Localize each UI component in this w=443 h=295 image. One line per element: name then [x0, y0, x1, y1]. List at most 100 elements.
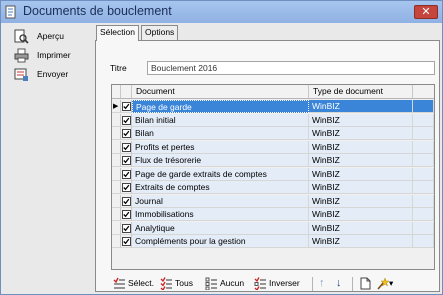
filler-cell [413, 154, 434, 167]
row-indicator-cell[interactable] [112, 235, 121, 248]
row-indicator-cell[interactable] [112, 208, 121, 221]
row-indicator-cell[interactable] [112, 194, 121, 208]
table-row[interactable]: Page de garde extraits de comptes WinBIZ [112, 167, 434, 181]
sidebar-item-envoyer[interactable]: Envoyer [14, 67, 90, 83]
table-row[interactable]: Immobilisations WinBIZ [112, 208, 434, 221]
row-check-cell [121, 113, 132, 127]
checkmark-icon [123, 198, 130, 204]
checkmark-icon [123, 103, 130, 110]
header-check-cell [121, 85, 132, 98]
row-checkbox[interactable] [122, 223, 131, 233]
close-button[interactable]: ✕ [414, 5, 438, 19]
move-up-button[interactable]: ↑ [319, 276, 325, 292]
row-checkbox[interactable] [122, 237, 131, 246]
checkmark-icon [123, 130, 130, 137]
row-checkbox[interactable] [122, 169, 131, 179]
row-indicator-cell[interactable]: ▶ [112, 100, 121, 113]
blank-document-icon [360, 277, 371, 290]
type-cell[interactable]: WinBIZ [309, 208, 413, 221]
row-checkbox[interactable] [122, 156, 131, 165]
row-check-cell [121, 208, 132, 221]
column-header-type[interactable]: Type de document [309, 85, 413, 98]
type-cell[interactable]: WinBIZ [309, 154, 413, 167]
table-row[interactable]: Analytique WinBIZ [112, 221, 434, 235]
sidebar-item-apercu[interactable]: Aperçu [14, 29, 90, 45]
type-cell[interactable]: WinBIZ [309, 140, 413, 154]
document-cell[interactable]: Journal [132, 194, 309, 208]
table-row[interactable]: Flux de trésorerie WinBIZ [112, 154, 434, 167]
document-cell[interactable]: Flux de trésorerie [132, 154, 309, 167]
row-indicator-cell[interactable] [112, 167, 121, 181]
checkmark-icon [123, 184, 130, 191]
table-row[interactable]: Profits et pertes WinBIZ [112, 140, 434, 154]
document-cell[interactable]: Page de garde extraits de comptes [132, 167, 309, 181]
uncheck-all-icon [205, 277, 217, 290]
row-check-cell [121, 221, 132, 235]
row-checkbox[interactable] [122, 196, 131, 206]
sidebar-item-imprimer[interactable]: Imprimer [14, 48, 90, 64]
filler-cell [413, 194, 434, 208]
titre-label: Titre [110, 63, 127, 73]
table-row[interactable]: ▶ Page de garde WinBIZ [112, 100, 434, 113]
row-indicator-cell[interactable] [112, 140, 121, 154]
checkmark-icon [123, 171, 130, 177]
checkmark-icon [123, 144, 130, 150]
document-cell[interactable]: Immobilisations [132, 208, 309, 221]
arrow-down-icon: ↓ [336, 277, 342, 289]
row-indicator-cell[interactable] [112, 181, 121, 194]
titre-input[interactable]: Bouclement 2016 [147, 61, 435, 75]
sidebar-item-label: Aperçu [37, 31, 64, 41]
row-indicator-cell[interactable] [112, 113, 121, 127]
row-check-cell [121, 194, 132, 208]
row-indicator-cell[interactable] [112, 221, 121, 235]
preview-icon [14, 29, 29, 44]
tab-options[interactable]: Options [141, 25, 179, 40]
document-cell[interactable]: Bilan initial [132, 113, 309, 127]
type-cell[interactable]: WinBIZ [309, 221, 413, 235]
filler-cell [413, 221, 434, 235]
row-check-cell [121, 181, 132, 194]
table-row[interactable]: Compléments pour la gestion WinBIZ [112, 235, 434, 248]
row-checkbox[interactable] [122, 210, 131, 219]
row-checkbox[interactable] [122, 142, 131, 152]
type-cell[interactable]: WinBIZ [309, 167, 413, 181]
document-cell[interactable]: Compléments pour la gestion [132, 235, 309, 248]
type-cell[interactable]: WinBIZ [309, 113, 413, 127]
filler-cell [413, 127, 434, 140]
table-row[interactable]: Extraits de comptes WinBIZ [112, 181, 434, 194]
table-row[interactable]: Bilan initial WinBIZ [112, 113, 434, 127]
filler-cell [413, 167, 434, 181]
documents-grid: Document Type de document ▶ Page de garde… [111, 84, 435, 270]
table-row[interactable]: Journal WinBIZ [112, 194, 434, 208]
table-row[interactable]: Bilan WinBIZ [112, 127, 434, 140]
grid-header: Document Type de document [112, 85, 434, 99]
row-checkbox[interactable] [122, 183, 131, 192]
type-cell[interactable]: WinBIZ [309, 235, 413, 248]
document-cell[interactable]: Page de garde [132, 100, 309, 113]
tab-selection[interactable]: Sélection [96, 25, 139, 41]
window: Documents de bouclement ✕ Aperçu Imprime… [0, 0, 443, 295]
row-checkbox[interactable] [122, 102, 131, 111]
filler-cell [413, 208, 434, 221]
move-down-button[interactable]: ↓ [336, 276, 342, 292]
type-cell[interactable]: WinBIZ [309, 181, 413, 194]
type-cell[interactable]: WinBIZ [309, 100, 413, 113]
checkmark-icon [123, 157, 130, 164]
row-indicator-cell[interactable] [112, 154, 121, 167]
select-button-label: Sélect. [128, 278, 154, 288]
row-checkbox[interactable] [122, 115, 131, 125]
send-icon [14, 68, 28, 81]
type-cell[interactable]: WinBIZ [309, 127, 413, 140]
document-cell[interactable]: Extraits de comptes [132, 181, 309, 194]
document-cell[interactable]: Profits et pertes [132, 140, 309, 154]
row-indicator-cell[interactable] [112, 127, 121, 140]
document-cell[interactable]: Bilan [132, 127, 309, 140]
title-bar[interactable]: Documents de bouclement ✕ [1, 1, 442, 23]
column-header-document[interactable]: Document [132, 85, 309, 98]
row-checkbox[interactable] [122, 129, 131, 138]
type-cell[interactable]: WinBIZ [309, 194, 413, 208]
current-row-arrow-icon: ▶ [113, 103, 119, 110]
selection-panel: Titre Bouclement 2016 Document Type de d… [95, 40, 440, 292]
row-check-cell [121, 154, 132, 167]
document-cell[interactable]: Analytique [132, 221, 309, 235]
